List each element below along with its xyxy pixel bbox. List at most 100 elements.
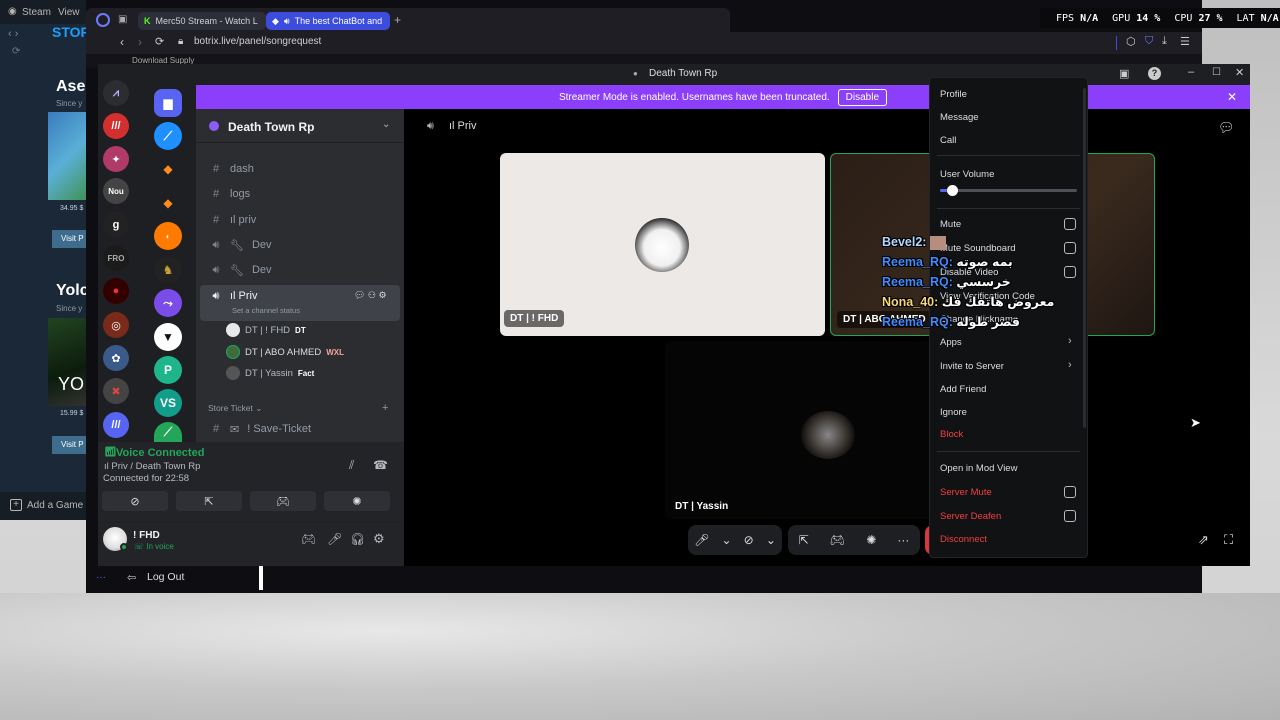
inbox-icon[interactable]: ▣ bbox=[1119, 67, 1129, 80]
menu-block[interactable]: Block bbox=[940, 429, 963, 440]
folder-icon[interactable]: ▆ bbox=[154, 89, 182, 117]
headphones-icon[interactable]: 🎧︎ bbox=[350, 532, 365, 546]
server-icon[interactable]: ✿ bbox=[103, 345, 129, 371]
server-icon[interactable]: P bbox=[154, 356, 182, 384]
server-icon[interactable]: /// bbox=[103, 412, 129, 438]
log-out-button[interactable]: Log Out bbox=[147, 571, 184, 583]
close-icon[interactable]: ✕ bbox=[1235, 66, 1244, 79]
voice-member[interactable]: DT | ABO AHMED WXL bbox=[226, 342, 344, 362]
extensions-icon[interactable]: ⬡ bbox=[1126, 35, 1136, 48]
back-forward-icon[interactable]: ‹ › bbox=[8, 28, 18, 40]
guild-header[interactable]: Death Town Rp ⌄ bbox=[196, 109, 404, 143]
microphone-icon[interactable]: 🎤︎ bbox=[694, 533, 709, 547]
voice-connected-label[interactable]: Voice Connected bbox=[116, 447, 204, 459]
menu-icon[interactable]: ☰ bbox=[1180, 35, 1190, 48]
server-icon[interactable]: VS bbox=[154, 389, 182, 417]
channel-status[interactable]: Set a channel status bbox=[232, 306, 300, 315]
server-icon[interactable]: ● bbox=[103, 278, 129, 304]
server-icon[interactable]: ▼ bbox=[154, 323, 182, 351]
menu-server-deafen[interactable]: Server Deafen bbox=[940, 511, 1001, 522]
disable-streamer-button[interactable]: Disable bbox=[837, 88, 888, 106]
add-icon[interactable]: + bbox=[10, 499, 22, 511]
server-mute-checkbox[interactable] bbox=[1064, 486, 1076, 498]
channel-logs[interactable]: # logs bbox=[200, 183, 400, 205]
mute-checkbox[interactable] bbox=[1064, 218, 1076, 230]
server-icon[interactable]: g bbox=[103, 212, 129, 238]
channel-dash[interactable]: # dash bbox=[200, 158, 400, 180]
game-icon[interactable]: 🎮︎ bbox=[301, 532, 316, 546]
chat-bubble-icon[interactable]: 💬︎ bbox=[1218, 120, 1235, 136]
menu-scrollbar[interactable] bbox=[1083, 88, 1086, 428]
microphone-icon[interactable]: 🎤︎ bbox=[327, 532, 342, 546]
channel-priv-text[interactable]: # ıl priv bbox=[200, 209, 400, 231]
volume-slider[interactable] bbox=[940, 185, 1077, 196]
banner-close-icon[interactable]: ✕ bbox=[1227, 90, 1237, 104]
reload-icon[interactable]: ⟳ bbox=[155, 35, 164, 48]
server-icon[interactable]: ⩘ bbox=[103, 80, 129, 106]
settings-gear-icon[interactable]: ⚙ bbox=[373, 531, 385, 547]
tab-botrix[interactable]: ◆ 🔊︎ The best ChatBot and bbox=[266, 12, 390, 30]
activity-icon[interactable]: 🎮︎ bbox=[250, 491, 316, 511]
camera-off-icon[interactable]: ⊘ bbox=[744, 533, 754, 547]
chevron-down-icon[interactable]: ⌄ bbox=[382, 119, 390, 130]
maximize-icon[interactable]: ☐ bbox=[1212, 67, 1221, 78]
browser-logo-icon[interactable] bbox=[96, 13, 110, 27]
menu-add-friend[interactable]: Add Friend bbox=[940, 384, 986, 395]
soundboard-icon[interactable]: ✺ bbox=[866, 533, 876, 547]
server-icon[interactable]: FRO bbox=[103, 245, 129, 271]
server-icon[interactable]: ⟋ bbox=[154, 422, 182, 442]
camera-off-icon[interactable]: ⊘ bbox=[102, 491, 168, 511]
category-store-ticket[interactable]: Store Ticket ⌄ bbox=[208, 403, 262, 414]
channel-priv-voice-active[interactable]: 🔊︎ ıl Priv Set a channel status 💬︎ ⚇ ⚙ bbox=[200, 285, 400, 321]
help-icon[interactable]: ? bbox=[1148, 67, 1161, 80]
server-icon[interactable]: ◆ bbox=[154, 189, 182, 217]
menu-profile[interactable]: Profile bbox=[940, 89, 967, 100]
hang-up-icon[interactable]: ☎ bbox=[373, 458, 388, 472]
popout-icon[interactable]: ⇗ bbox=[1198, 532, 1209, 548]
minimize-icon[interactable]: – bbox=[1188, 66, 1194, 78]
add-game-button[interactable]: Add a Game bbox=[27, 500, 83, 511]
server-icon[interactable]: Nou bbox=[103, 178, 129, 204]
refresh-icon[interactable]: ⟳ bbox=[12, 46, 20, 57]
steam-view-menu[interactable]: View bbox=[58, 7, 80, 18]
chevron-down-icon[interactable]: ⌄ bbox=[766, 533, 776, 547]
server-icon[interactable]: ♞ bbox=[154, 256, 182, 284]
voice-member[interactable]: DT | ! FHD DT bbox=[226, 320, 306, 340]
channel-dev-voice[interactable]: 🔊︎ 🔧︎ Dev bbox=[200, 234, 400, 256]
chevron-down-icon[interactable]: ⌄ bbox=[721, 533, 731, 547]
menu-apps[interactable]: Apps bbox=[940, 337, 962, 348]
menu-server-mute[interactable]: Server Mute bbox=[940, 487, 992, 498]
wallet-icon[interactable]: ⛉ bbox=[1145, 35, 1153, 48]
tab-switcher-icon[interactable]: ▣ bbox=[118, 14, 127, 25]
log-out-icon[interactable]: ⇦ bbox=[127, 571, 136, 584]
dots-icon[interactable]: ··· bbox=[96, 572, 106, 583]
user-name[interactable]: ! FHD bbox=[133, 530, 160, 541]
noise-suppression-icon[interactable]: ⫽ bbox=[349, 458, 354, 473]
screen-share-icon[interactable]: ⇱ bbox=[799, 533, 809, 547]
menu-disconnect[interactable]: Disconnect bbox=[940, 534, 987, 545]
screen-share-icon[interactable]: ⇱ bbox=[176, 491, 242, 511]
fullscreen-icon[interactable]: ⛶ bbox=[1224, 532, 1233, 548]
add-channel-icon[interactable]: + bbox=[382, 402, 388, 414]
voice-location[interactable]: ıl Priv / Death Town Rp bbox=[104, 461, 200, 472]
menu-call[interactable]: Call bbox=[940, 135, 956, 146]
server-icon[interactable]: ◎ bbox=[103, 312, 129, 338]
server-icon[interactable]: ✦ bbox=[103, 146, 129, 172]
soundboard-icon[interactable]: ✺ bbox=[324, 491, 390, 511]
volume-knob[interactable] bbox=[946, 185, 958, 196]
server-icon[interactable]: ✖ bbox=[103, 378, 129, 404]
tab-merc-stream[interactable]: K Merc50 Stream - Watch L bbox=[138, 12, 266, 30]
forward-icon[interactable]: › bbox=[138, 35, 142, 49]
download-icon[interactable]: ⤓ bbox=[1162, 35, 1167, 48]
server-icon[interactable]: ◆ bbox=[154, 155, 182, 183]
new-tab-icon[interactable]: + bbox=[394, 13, 401, 27]
menu-message[interactable]: Message bbox=[940, 112, 979, 123]
server-icon[interactable]: ⟋ bbox=[154, 122, 182, 150]
server-deafen-checkbox[interactable] bbox=[1064, 510, 1076, 522]
server-icon[interactable]: ◐ bbox=[154, 222, 182, 250]
more-icon[interactable]: ··· bbox=[897, 533, 909, 547]
menu-invite[interactable]: Invite to Server bbox=[940, 361, 1004, 372]
channel-dev-voice[interactable]: 🔊︎ 🔧︎ Dev bbox=[200, 259, 400, 281]
server-icon[interactable]: /// bbox=[103, 113, 129, 139]
server-icon[interactable]: ⤳ bbox=[154, 289, 182, 317]
